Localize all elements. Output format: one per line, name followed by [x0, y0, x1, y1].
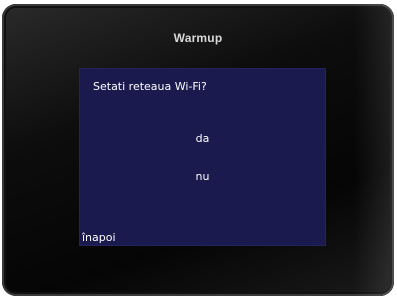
- thermostat-device: Warmup Setati reteaua Wi-Fi? da nu înapo…: [2, 4, 394, 296]
- brand-logo: Warmup: [173, 31, 223, 45]
- back-button[interactable]: înapoi: [82, 231, 116, 244]
- display-screen: Setati reteaua Wi-Fi? da nu înapoi: [79, 68, 326, 246]
- option-yes-button[interactable]: da: [79, 132, 326, 145]
- wifi-setup-question: Setati reteaua Wi-Fi?: [93, 80, 207, 93]
- option-no-button[interactable]: nu: [79, 170, 326, 183]
